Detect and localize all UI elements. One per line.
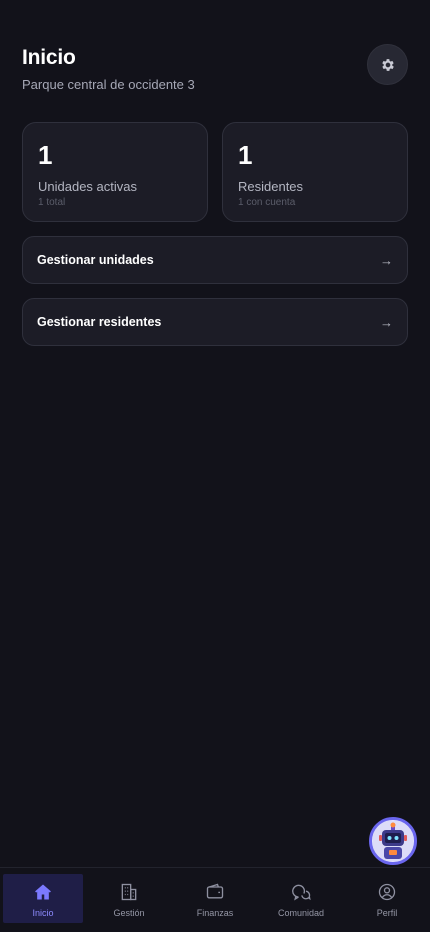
building-icon xyxy=(121,883,137,901)
stat-sublabel: 1 con cuenta xyxy=(238,197,296,208)
stats-section: 1 Unidades activas 1 total 1 Residentes … xyxy=(22,122,408,222)
chat-bubbles-icon xyxy=(292,884,311,901)
header: Inicio Parque central de occidente 3 xyxy=(22,44,408,92)
settings-button[interactable] xyxy=(367,44,408,85)
stat-card-residents: 1 Residentes 1 con cuenta xyxy=(222,122,408,222)
stat-value: 1 xyxy=(38,140,53,170)
page-title: Inicio xyxy=(22,46,76,69)
stat-sublabel: 1 total xyxy=(38,197,66,208)
nav-item-perfil[interactable]: Perfil xyxy=(347,874,427,923)
nav-item-inicio[interactable]: Inicio xyxy=(3,874,83,923)
nav-item-finanzas[interactable]: Finanzas xyxy=(175,874,255,923)
stat-card-units: 1 Unidades activas 1 total xyxy=(22,122,208,222)
nav-item-comunidad[interactable]: Comunidad xyxy=(261,874,341,923)
robot-avatar-icon xyxy=(373,821,413,861)
nav-item-gestion[interactable]: Gestión xyxy=(89,874,169,923)
page-subtitle: Parque central de occidente 3 xyxy=(22,77,195,92)
home-icon xyxy=(35,884,51,900)
gear-icon xyxy=(381,58,394,71)
stat-label: Unidades activas xyxy=(38,179,137,194)
wallet-icon xyxy=(206,883,224,899)
bottom-nav: Inicio Gestión Finanzas Comunidad Perfil xyxy=(0,867,430,932)
nav-label: Perfil xyxy=(376,908,398,918)
user-circle-icon xyxy=(378,883,396,901)
nav-label: Finanzas xyxy=(196,908,234,918)
stat-value: 1 xyxy=(238,140,253,170)
action-label: Gestionar unidades xyxy=(37,253,154,267)
manage-residents-button[interactable]: Gestionar residentes → xyxy=(22,298,408,346)
arrow-right-icon: → xyxy=(380,314,393,330)
arrow-right-icon: → xyxy=(380,252,393,268)
stat-label: Residentes xyxy=(238,179,304,194)
manage-units-button[interactable]: Gestionar unidades → xyxy=(22,236,408,284)
home-screen: Inicio Parque central de occidente 3 1 U… xyxy=(0,0,430,932)
nav-label: Comunidad xyxy=(277,908,325,918)
assistant-button[interactable] xyxy=(369,817,417,865)
action-label: Gestionar residentes xyxy=(37,315,162,329)
nav-label: Inicio xyxy=(32,908,54,918)
nav-label: Gestión xyxy=(113,908,145,918)
